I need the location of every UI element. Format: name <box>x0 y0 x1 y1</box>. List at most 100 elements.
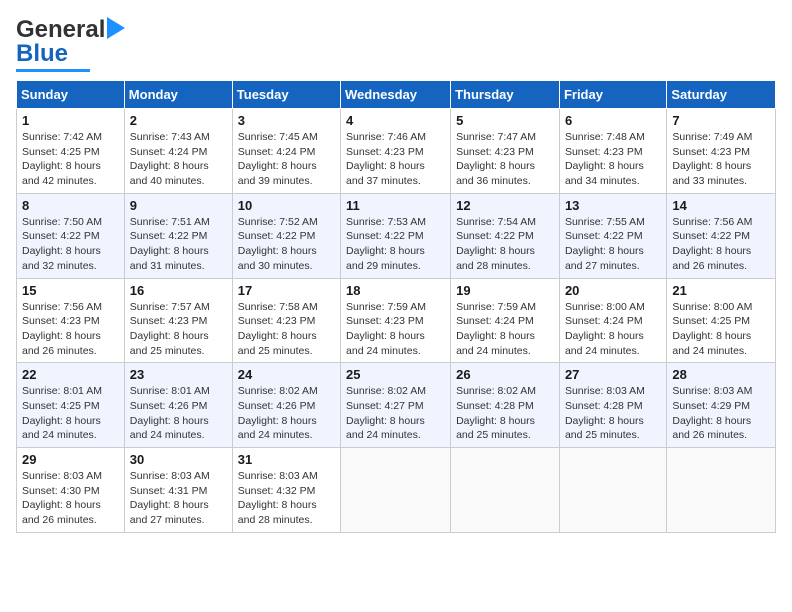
calendar-body: 1 Sunrise: 7:42 AM Sunset: 4:25 PM Dayli… <box>17 109 776 533</box>
day-info: Sunrise: 7:46 AM Sunset: 4:23 PM Dayligh… <box>346 130 445 189</box>
calendar-cell: 1 Sunrise: 7:42 AM Sunset: 4:25 PM Dayli… <box>17 109 125 194</box>
day-header-monday: Monday <box>124 81 232 109</box>
calendar-cell: 21 Sunrise: 8:00 AM Sunset: 4:25 PM Dayl… <box>667 278 776 363</box>
day-number: 9 <box>130 198 227 213</box>
day-number: 3 <box>238 113 335 128</box>
day-info: Sunrise: 7:55 AM Sunset: 4:22 PM Dayligh… <box>565 215 661 274</box>
day-info: Sunrise: 7:56 AM Sunset: 4:23 PM Dayligh… <box>22 300 119 359</box>
day-number: 15 <box>22 283 119 298</box>
day-info: Sunrise: 7:48 AM Sunset: 4:23 PM Dayligh… <box>565 130 661 189</box>
day-number: 14 <box>672 198 770 213</box>
day-number: 5 <box>456 113 554 128</box>
logo: General Blue <box>16 16 133 72</box>
calendar-cell: 18 Sunrise: 7:59 AM Sunset: 4:23 PM Dayl… <box>341 278 451 363</box>
calendar-cell: 16 Sunrise: 7:57 AM Sunset: 4:23 PM Dayl… <box>124 278 232 363</box>
day-number: 27 <box>565 367 661 382</box>
day-header-saturday: Saturday <box>667 81 776 109</box>
day-info: Sunrise: 7:52 AM Sunset: 4:22 PM Dayligh… <box>238 215 335 274</box>
logo-blue: Blue <box>16 40 68 68</box>
day-info: Sunrise: 8:02 AM Sunset: 4:26 PM Dayligh… <box>238 384 335 443</box>
calendar-cell: 30 Sunrise: 8:03 AM Sunset: 4:31 PM Dayl… <box>124 448 232 533</box>
day-info: Sunrise: 7:49 AM Sunset: 4:23 PM Dayligh… <box>672 130 770 189</box>
day-number: 1 <box>22 113 119 128</box>
logo-underline <box>16 69 90 72</box>
day-info: Sunrise: 7:43 AM Sunset: 4:24 PM Dayligh… <box>130 130 227 189</box>
day-info: Sunrise: 8:03 AM Sunset: 4:31 PM Dayligh… <box>130 469 227 528</box>
day-number: 30 <box>130 452 227 467</box>
day-number: 13 <box>565 198 661 213</box>
day-number: 12 <box>456 198 554 213</box>
day-info: Sunrise: 8:01 AM Sunset: 4:26 PM Dayligh… <box>130 384 227 443</box>
calendar-cell: 14 Sunrise: 7:56 AM Sunset: 4:22 PM Dayl… <box>667 193 776 278</box>
calendar-cell <box>341 448 451 533</box>
calendar-cell: 17 Sunrise: 7:58 AM Sunset: 4:23 PM Dayl… <box>232 278 340 363</box>
day-info: Sunrise: 7:47 AM Sunset: 4:23 PM Dayligh… <box>456 130 554 189</box>
day-info: Sunrise: 7:53 AM Sunset: 4:22 PM Dayligh… <box>346 215 445 274</box>
day-number: 21 <box>672 283 770 298</box>
day-header-sunday: Sunday <box>17 81 125 109</box>
day-info: Sunrise: 8:00 AM Sunset: 4:24 PM Dayligh… <box>565 300 661 359</box>
calendar-cell <box>559 448 666 533</box>
calendar-week-4: 22 Sunrise: 8:01 AM Sunset: 4:25 PM Dayl… <box>17 363 776 448</box>
calendar-cell: 4 Sunrise: 7:46 AM Sunset: 4:23 PM Dayli… <box>341 109 451 194</box>
day-number: 17 <box>238 283 335 298</box>
calendar-cell: 13 Sunrise: 7:55 AM Sunset: 4:22 PM Dayl… <box>559 193 666 278</box>
calendar-cell: 6 Sunrise: 7:48 AM Sunset: 4:23 PM Dayli… <box>559 109 666 194</box>
calendar-cell: 29 Sunrise: 8:03 AM Sunset: 4:30 PM Dayl… <box>17 448 125 533</box>
calendar-cell: 15 Sunrise: 7:56 AM Sunset: 4:23 PM Dayl… <box>17 278 125 363</box>
calendar-week-1: 1 Sunrise: 7:42 AM Sunset: 4:25 PM Dayli… <box>17 109 776 194</box>
day-info: Sunrise: 8:03 AM Sunset: 4:28 PM Dayligh… <box>565 384 661 443</box>
day-info: Sunrise: 8:00 AM Sunset: 4:25 PM Dayligh… <box>672 300 770 359</box>
day-info: Sunrise: 7:45 AM Sunset: 4:24 PM Dayligh… <box>238 130 335 189</box>
calendar-cell: 3 Sunrise: 7:45 AM Sunset: 4:24 PM Dayli… <box>232 109 340 194</box>
day-info: Sunrise: 8:02 AM Sunset: 4:28 PM Dayligh… <box>456 384 554 443</box>
day-number: 6 <box>565 113 661 128</box>
day-header-friday: Friday <box>559 81 666 109</box>
calendar-header-row: SundayMondayTuesdayWednesdayThursdayFrid… <box>17 81 776 109</box>
day-info: Sunrise: 8:01 AM Sunset: 4:25 PM Dayligh… <box>22 384 119 443</box>
day-info: Sunrise: 7:58 AM Sunset: 4:23 PM Dayligh… <box>238 300 335 359</box>
day-info: Sunrise: 7:54 AM Sunset: 4:22 PM Dayligh… <box>456 215 554 274</box>
day-info: Sunrise: 8:03 AM Sunset: 4:30 PM Dayligh… <box>22 469 119 528</box>
day-info: Sunrise: 8:03 AM Sunset: 4:32 PM Dayligh… <box>238 469 335 528</box>
day-number: 24 <box>238 367 335 382</box>
day-number: 29 <box>22 452 119 467</box>
day-number: 31 <box>238 452 335 467</box>
day-number: 22 <box>22 367 119 382</box>
day-number: 20 <box>565 283 661 298</box>
day-info: Sunrise: 7:59 AM Sunset: 4:24 PM Dayligh… <box>456 300 554 359</box>
logo-arrow-icon <box>107 17 133 39</box>
logo-block: General Blue <box>16 16 133 72</box>
calendar-cell: 23 Sunrise: 8:01 AM Sunset: 4:26 PM Dayl… <box>124 363 232 448</box>
day-number: 8 <box>22 198 119 213</box>
day-number: 7 <box>672 113 770 128</box>
day-number: 16 <box>130 283 227 298</box>
calendar-cell: 19 Sunrise: 7:59 AM Sunset: 4:24 PM Dayl… <box>451 278 560 363</box>
day-header-thursday: Thursday <box>451 81 560 109</box>
day-info: Sunrise: 7:51 AM Sunset: 4:22 PM Dayligh… <box>130 215 227 274</box>
calendar-week-5: 29 Sunrise: 8:03 AM Sunset: 4:30 PM Dayl… <box>17 448 776 533</box>
day-number: 4 <box>346 113 445 128</box>
day-number: 10 <box>238 198 335 213</box>
calendar-cell: 12 Sunrise: 7:54 AM Sunset: 4:22 PM Dayl… <box>451 193 560 278</box>
day-info: Sunrise: 8:02 AM Sunset: 4:27 PM Dayligh… <box>346 384 445 443</box>
calendar-cell: 25 Sunrise: 8:02 AM Sunset: 4:27 PM Dayl… <box>341 363 451 448</box>
calendar-cell: 5 Sunrise: 7:47 AM Sunset: 4:23 PM Dayli… <box>451 109 560 194</box>
calendar-cell: 10 Sunrise: 7:52 AM Sunset: 4:22 PM Dayl… <box>232 193 340 278</box>
calendar-cell: 11 Sunrise: 7:53 AM Sunset: 4:22 PM Dayl… <box>341 193 451 278</box>
calendar-cell: 9 Sunrise: 7:51 AM Sunset: 4:22 PM Dayli… <box>124 193 232 278</box>
calendar-week-3: 15 Sunrise: 7:56 AM Sunset: 4:23 PM Dayl… <box>17 278 776 363</box>
day-info: Sunrise: 7:42 AM Sunset: 4:25 PM Dayligh… <box>22 130 119 189</box>
calendar-cell: 26 Sunrise: 8:02 AM Sunset: 4:28 PM Dayl… <box>451 363 560 448</box>
calendar-cell: 28 Sunrise: 8:03 AM Sunset: 4:29 PM Dayl… <box>667 363 776 448</box>
calendar-cell: 8 Sunrise: 7:50 AM Sunset: 4:22 PM Dayli… <box>17 193 125 278</box>
calendar-cell: 7 Sunrise: 7:49 AM Sunset: 4:23 PM Dayli… <box>667 109 776 194</box>
day-number: 11 <box>346 198 445 213</box>
page-header: General Blue <box>16 16 776 72</box>
calendar-cell: 2 Sunrise: 7:43 AM Sunset: 4:24 PM Dayli… <box>124 109 232 194</box>
day-info: Sunrise: 7:57 AM Sunset: 4:23 PM Dayligh… <box>130 300 227 359</box>
calendar-cell: 31 Sunrise: 8:03 AM Sunset: 4:32 PM Dayl… <box>232 448 340 533</box>
day-number: 19 <box>456 283 554 298</box>
calendar-cell: 20 Sunrise: 8:00 AM Sunset: 4:24 PM Dayl… <box>559 278 666 363</box>
day-number: 28 <box>672 367 770 382</box>
